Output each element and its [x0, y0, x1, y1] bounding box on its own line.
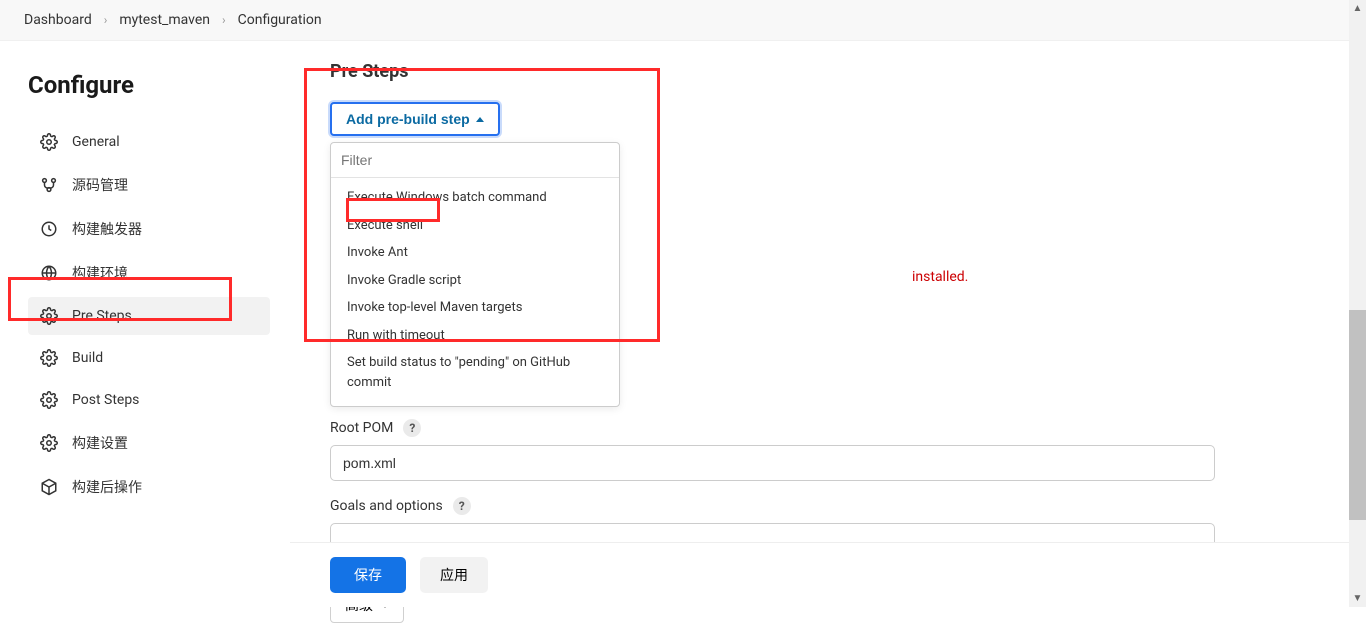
sidebar-item-post-build-actions[interactable]: 构建后操作 [28, 467, 270, 507]
button-label: Add pre-build step [346, 111, 470, 127]
sidebar-item-build-settings[interactable]: 构建设置 [28, 423, 270, 463]
sidebar-item-label: Pre Steps [72, 308, 132, 324]
breadcrumb: Dashboard › mytest_maven › Configuration [0, 0, 1366, 41]
filter-input[interactable] [331, 143, 619, 178]
help-icon[interactable]: ? [403, 419, 421, 437]
sidebar-item-pre-steps[interactable]: Pre Steps [28, 297, 270, 335]
add-step-dropdown: Execute Windows batch command Execute sh… [330, 142, 620, 407]
chevron-right-icon: › [222, 13, 226, 27]
sidebar-item-scm[interactable]: 源码管理 [28, 165, 270, 205]
main-content: Pre Steps Add pre-build step Execute Win… [290, 41, 1366, 604]
dropdown-item[interactable]: Set build status to "pending" on GitHub … [331, 349, 619, 396]
goals-label: Goals and options [330, 498, 443, 514]
chevron-right-icon: › [104, 13, 108, 27]
dropdown-item-execute-shell[interactable]: Execute shell [331, 212, 619, 240]
clock-icon [40, 220, 58, 238]
apply-button[interactable]: 应用 [420, 557, 488, 593]
root-pom-input[interactable] [330, 445, 1215, 481]
add-pre-build-step-button[interactable]: Add pre-build step [330, 102, 500, 136]
dropdown-item[interactable]: Invoke Gradle script [331, 267, 619, 295]
footer-bar: 保存 应用 [290, 542, 1366, 607]
sidebar-item-build[interactable]: Build [28, 339, 270, 377]
sidebar-item-triggers[interactable]: 构建触发器 [28, 209, 270, 249]
sidebar-item-label: 构建环境 [72, 263, 128, 283]
scrollbar-thumb[interactable] [1349, 310, 1366, 520]
sidebar-item-label: General [72, 134, 120, 150]
breadcrumb-item-dashboard[interactable]: Dashboard [24, 12, 92, 28]
root-pom-label: Root POM [330, 420, 393, 436]
caret-up-icon [476, 117, 484, 122]
sidebar-item-environment[interactable]: 构建环境 [28, 253, 270, 293]
sidebar-item-label: Build [72, 350, 103, 366]
breadcrumb-item-project[interactable]: mytest_maven [119, 12, 210, 28]
sidebar: Configure General 源码管理 构建触发器 [0, 41, 290, 604]
dropdown-item[interactable]: Run with timeout [331, 322, 619, 350]
sidebar-item-post-steps[interactable]: Post Steps [28, 381, 270, 419]
gear-icon [40, 133, 58, 151]
save-button[interactable]: 保存 [330, 557, 406, 593]
box-icon [40, 478, 58, 496]
sidebar-item-label: Post Steps [72, 392, 139, 408]
sidebar-item-general[interactable]: General [28, 123, 270, 161]
help-icon[interactable]: ? [453, 497, 471, 515]
gear-icon [40, 307, 58, 325]
scroll-down-icon[interactable]: ▼ [1349, 590, 1366, 607]
dropdown-item[interactable]: Invoke top-level Maven targets [331, 294, 619, 322]
page-title: Configure [28, 71, 270, 99]
branch-icon [40, 176, 58, 194]
gear-icon [40, 434, 58, 452]
scroll-up-icon[interactable]: ▲ [1349, 0, 1366, 17]
globe-icon [40, 264, 58, 282]
warning-text: installed. [912, 269, 968, 285]
gear-icon [40, 349, 58, 367]
sidebar-item-label: 构建设置 [72, 433, 128, 453]
scrollbar[interactable]: ▲ ▼ [1349, 0, 1366, 607]
sidebar-item-label: 构建后操作 [72, 477, 142, 497]
sidebar-item-label: 源码管理 [72, 175, 128, 195]
breadcrumb-item-configuration[interactable]: Configuration [238, 12, 322, 28]
gear-icon [40, 391, 58, 409]
dropdown-item[interactable]: Invoke Ant [331, 239, 619, 267]
sidebar-item-label: 构建触发器 [72, 219, 142, 239]
dropdown-item[interactable]: Execute Windows batch command [331, 184, 619, 212]
section-title-pre-steps: Pre Steps [330, 61, 1216, 82]
